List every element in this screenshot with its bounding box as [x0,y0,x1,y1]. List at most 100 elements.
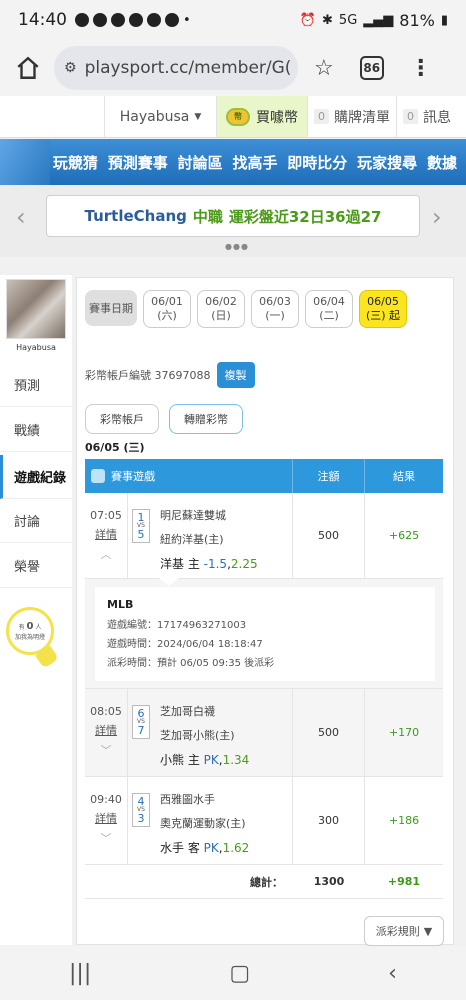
user-dropdown[interactable]: Hayabusa ▼ [105,96,217,137]
recent-apps-icon[interactable]: ||| [69,961,91,986]
day-text: (六) [157,309,177,322]
copy-button[interactable]: 複製 [216,362,255,388]
nav-item-player-search[interactable]: 玩家搜尋 [357,152,417,173]
date-button-0605[interactable]: 06/05 (三) 起 [359,290,407,328]
chevron-up-icon[interactable]: ︿ [101,546,112,562]
game-detail-panel: MLB 遊戲編號：17174963271003 遊戲時間：2024/06/04 … [85,578,443,689]
tiktok-icon [165,13,179,27]
telegram-icon [129,13,143,27]
network-type: 5G [338,12,358,28]
team-home: 芝加哥小熊(主) [160,729,235,742]
nav-item-play[interactable]: 玩競猜 [53,152,98,173]
avatar[interactable] [6,279,66,339]
bet-result: +170 [388,726,420,739]
table-header: 賽事遊戲 注額 結果 [85,459,443,493]
rules-label: 派彩規則 [375,925,420,938]
payout-rules-button[interactable]: 派彩規則 ▼ [364,916,444,946]
game-cell: 1 VS 5 明尼蘇達雙城 紐約洋基(主) 洋基 主 -1.5,2.25 [128,493,293,578]
pick-rate: 1.34 [222,753,250,767]
game-time: 09:40 [90,793,122,806]
header-result: 結果 [393,470,415,483]
bulb-text: 加我為明燈 [14,634,45,641]
nav-item-livescore[interactable]: 即時比分 [287,152,347,173]
date-button-0604[interactable]: 06/04 (二) [305,290,353,328]
team-away: 明尼蘇達雙城 [160,509,226,522]
tab-switcher-button[interactable]: 86 [359,56,384,80]
buy-coin-label: 買噱幣 [256,109,298,126]
facebook-icon [93,13,107,27]
ticker-league: 中職 [192,207,223,226]
game-time-cell: 08:05 詳情 ﹀ [85,689,128,776]
url-text: playsport.cc/member/G( [84,58,292,78]
total-row: 總計： 1300 +981 [85,865,443,899]
cart-link[interactable]: 0 購牌清單 [307,96,396,137]
buy-coin-button[interactable]: 幣 買噱幣 [217,96,307,137]
bulb-prefix: 有 [18,624,25,631]
date-button-0603[interactable]: 06/03 (一) [251,290,299,328]
date-button-0601[interactable]: 06/01 (六) [143,290,191,328]
url-bar[interactable]: ⚙ playsport.cc/member/G( [54,46,298,90]
coin-icon: 幣 [226,107,250,126]
status-bar: 14:40 • ⏰ ✱ 5G ▂▄▆ 81% ▮ [0,0,466,40]
nav-item-stats[interactable]: 數據 [427,152,457,173]
game-time: 08:05 [90,705,122,718]
detail-link[interactable]: 詳情 [95,722,117,738]
header-game: 賽事遊戲 [85,459,293,493]
back-icon[interactable]: ‹ [388,961,397,986]
left-sidebar: Hayabusa 預測 戰績 遊戲紀錄 討論 榮譽 有 0 人 加我為明燈 [0,275,72,945]
pick-odds: -1.5 [203,557,228,571]
home-icon[interactable] [10,50,46,86]
team-home: 奧克蘭運動家(主) [160,817,246,830]
nav-item-forum[interactable]: 討論區 [178,152,223,173]
bookmark-star-icon[interactable]: ☆ [314,56,334,81]
bet-result: +186 [388,814,420,827]
nav-item-predict[interactable]: 預測賽事 [108,152,168,173]
game-time: 07:05 [90,509,122,522]
sidebar-item-honor[interactable]: 榮譽 [0,544,72,588]
chevron-left-icon[interactable]: ‹ [16,203,26,231]
sidebar-item-discussion[interactable]: 討論 [0,499,72,543]
detail-link[interactable]: 詳情 [95,810,117,826]
table-row: 08:05 詳情 ﹀ 6 VS 7 芝加哥白襪 芝加哥小熊(主) 小熊 主 PK… [85,689,443,777]
battery-level: 81% [399,10,435,30]
main-nav: 玩競猜 預測賽事 討論區 找高手 即時比分 玩家搜尋 數據 [0,139,466,185]
tab-coin-account[interactable]: 彩幣帳戶 [85,404,159,434]
alarm-icon: ⏰ [299,12,317,28]
tab-transfer-coin[interactable]: 轉贈彩幣 [169,404,243,434]
current-date: 06/05 (三) [85,441,145,454]
home-button-icon[interactable]: ▢ [229,961,250,986]
ticker-banner[interactable]: TurtleChang 中職 運彩盤近32日36過27 [46,195,420,237]
detail-link[interactable]: 詳情 [95,526,117,542]
messages-link[interactable]: 0 訊息 [396,96,457,137]
bet-amount: 500 [293,493,365,578]
sidebar-item-predict[interactable]: 預測 [0,363,72,407]
nav-item-experts[interactable]: 找高手 [232,152,277,173]
score-home: 7 [137,724,145,737]
team-home: 紐約洋基(主) [160,533,224,546]
detail-game-no: 遊戲編號：17174963271003 [107,619,247,631]
date-text: 06/04 [313,294,345,308]
date-button-0602[interactable]: 06/02 (日) [197,290,245,328]
table-row: 09:40 詳情 ﹀ 4 VS 3 西雅圖水手 奧克蘭運動家(主) 水手 客 P… [85,777,443,865]
pick-odds: PK [203,753,219,767]
score-box: 1 VS 5 [132,509,150,543]
header-amount: 注額 [293,459,365,493]
sidebar-item-game-history[interactable]: 遊戲紀錄 [0,455,72,499]
chevron-down-icon[interactable]: ﹀ [101,742,112,758]
chevron-right-icon[interactable]: › [432,203,442,231]
total-label: 總計： [250,875,283,889]
bulb-unit: 人 [35,624,42,631]
browser-menu-icon[interactable]: ⋮ [410,56,432,81]
site-settings-icon[interactable]: ⚙ [64,60,77,76]
pick-rate: 1.62 [222,841,250,855]
bet-result: +625 [388,529,420,542]
header-game-label: 賽事遊戲 [111,470,155,483]
site-top-bar: Hayabusa ▼ 幣 買噱幣 0 購牌清單 0 訊息 [0,96,466,138]
pick: 小熊 主 PK,1.34 [160,753,250,767]
game-cell: 6 VS 7 芝加哥白襪 芝加哥小熊(主) 小熊 主 PK,1.34 [128,689,293,776]
pick: 洋基 主 -1.5,2.25 [160,557,258,571]
ticker-name: TurtleChang [84,207,187,225]
sidebar-item-record[interactable]: 戰績 [0,408,72,452]
detail-game-time: 遊戲時間：2024/06/04 18:18:47 [107,638,263,650]
chevron-down-icon[interactable]: ﹀ [101,830,112,846]
